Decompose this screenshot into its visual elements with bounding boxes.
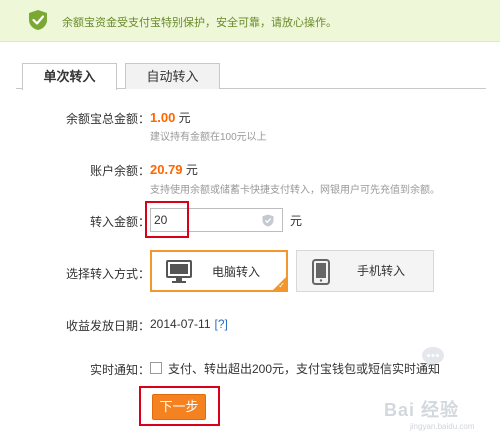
total-amount-hint: 建议持有金额在100元以上 (150, 132, 267, 143)
notify-checkbox[interactable] (150, 362, 162, 374)
highlight-box: 下一步 (139, 386, 220, 426)
help-link[interactable]: [?] (215, 317, 228, 331)
balance-label: 账户余额： (89, 164, 150, 178)
transfer-amount-unit: 元 (290, 214, 303, 228)
security-shield-icon (262, 214, 274, 227)
notify-text: 支付、转出超出200元，支付宝钱包或短信实时通知 (168, 362, 441, 376)
tab-single-transfer[interactable]: 单次转入 (22, 63, 117, 90)
total-amount-unit: 元 (178, 111, 191, 125)
balance-value-row: 20.79 元 (150, 161, 198, 178)
notify-label: 实时通知： (89, 363, 150, 377)
method-computer-option[interactable]: 电脑转入 ✓ (150, 250, 288, 292)
highlight-box (145, 201, 189, 238)
shield-check-icon (29, 10, 47, 30)
chat-bubble-icon[interactable] (420, 345, 446, 369)
method-mobile-label: 手机转入 (357, 264, 406, 278)
total-amount-label: 余额宝总金额： (65, 112, 150, 126)
total-amount-value: 1.00 (150, 110, 176, 125)
transfer-amount-label: 转入金额： (89, 215, 150, 229)
method-label: 选择转入方式： (65, 267, 150, 281)
banner-text: 余额宝资金受支付宝特别保护，安全可靠，请放心操作。 (62, 17, 337, 29)
baidu-watermark: Bai 经验 (384, 400, 460, 420)
baidu-watermark-url: jingyan.baidu.com (410, 422, 475, 431)
date-label: 收益发放日期： (65, 319, 150, 333)
balance-hint: 支持使用余额或储蓄卡快捷支付转入，网银用户可先充值到余额。 (150, 185, 440, 196)
monitor-icon (166, 260, 192, 283)
mobile-phone-icon (312, 259, 330, 285)
check-icon: ✓ (278, 281, 285, 290)
tab-auto-transfer[interactable]: 自动转入 (125, 63, 220, 89)
method-computer-label: 电脑转入 (212, 265, 261, 279)
security-banner: 余额宝资金受支付宝特别保护，安全可靠，请放心操作。 (0, 0, 500, 42)
date-value: 2014-07-11 (150, 317, 211, 331)
total-amount-value-row: 1.00 元 (150, 109, 191, 126)
next-step-button[interactable]: 下一步 (152, 394, 206, 420)
balance-unit: 元 (185, 163, 198, 177)
date-value-row: 2014-07-11 [?] (150, 317, 228, 331)
balance-value: 20.79 (150, 162, 183, 177)
method-mobile-option[interactable]: 手机转入 (296, 250, 434, 292)
